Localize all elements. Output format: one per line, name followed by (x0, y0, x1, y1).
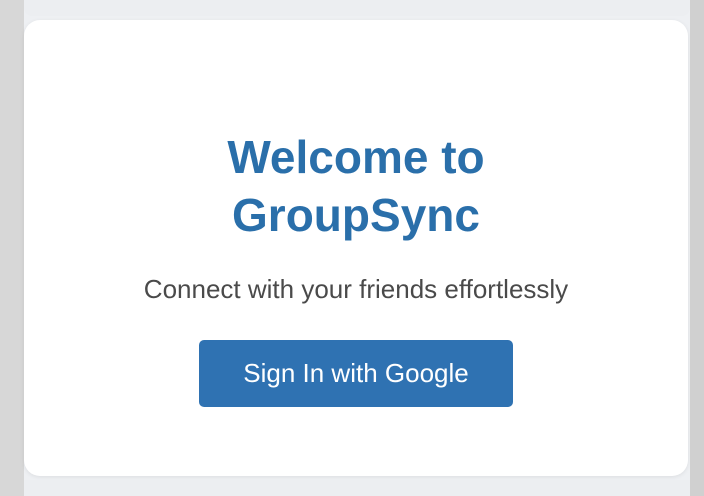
welcome-title: Welcome to GroupSync (24, 128, 688, 244)
welcome-title-line-1: Welcome to (227, 131, 485, 183)
right-frame (690, 0, 704, 496)
left-frame (0, 0, 24, 496)
app-surface: Welcome to GroupSync Connect with your f… (24, 0, 690, 496)
welcome-card: Welcome to GroupSync Connect with your f… (24, 20, 688, 476)
welcome-subtitle: Connect with your friends effortlessly (143, 274, 569, 304)
welcome-title-line-2: GroupSync (232, 189, 480, 241)
bottom-strip (24, 480, 690, 496)
top-panel (24, 0, 690, 16)
sign-in-with-google-button[interactable]: Sign In with Google (199, 340, 513, 407)
